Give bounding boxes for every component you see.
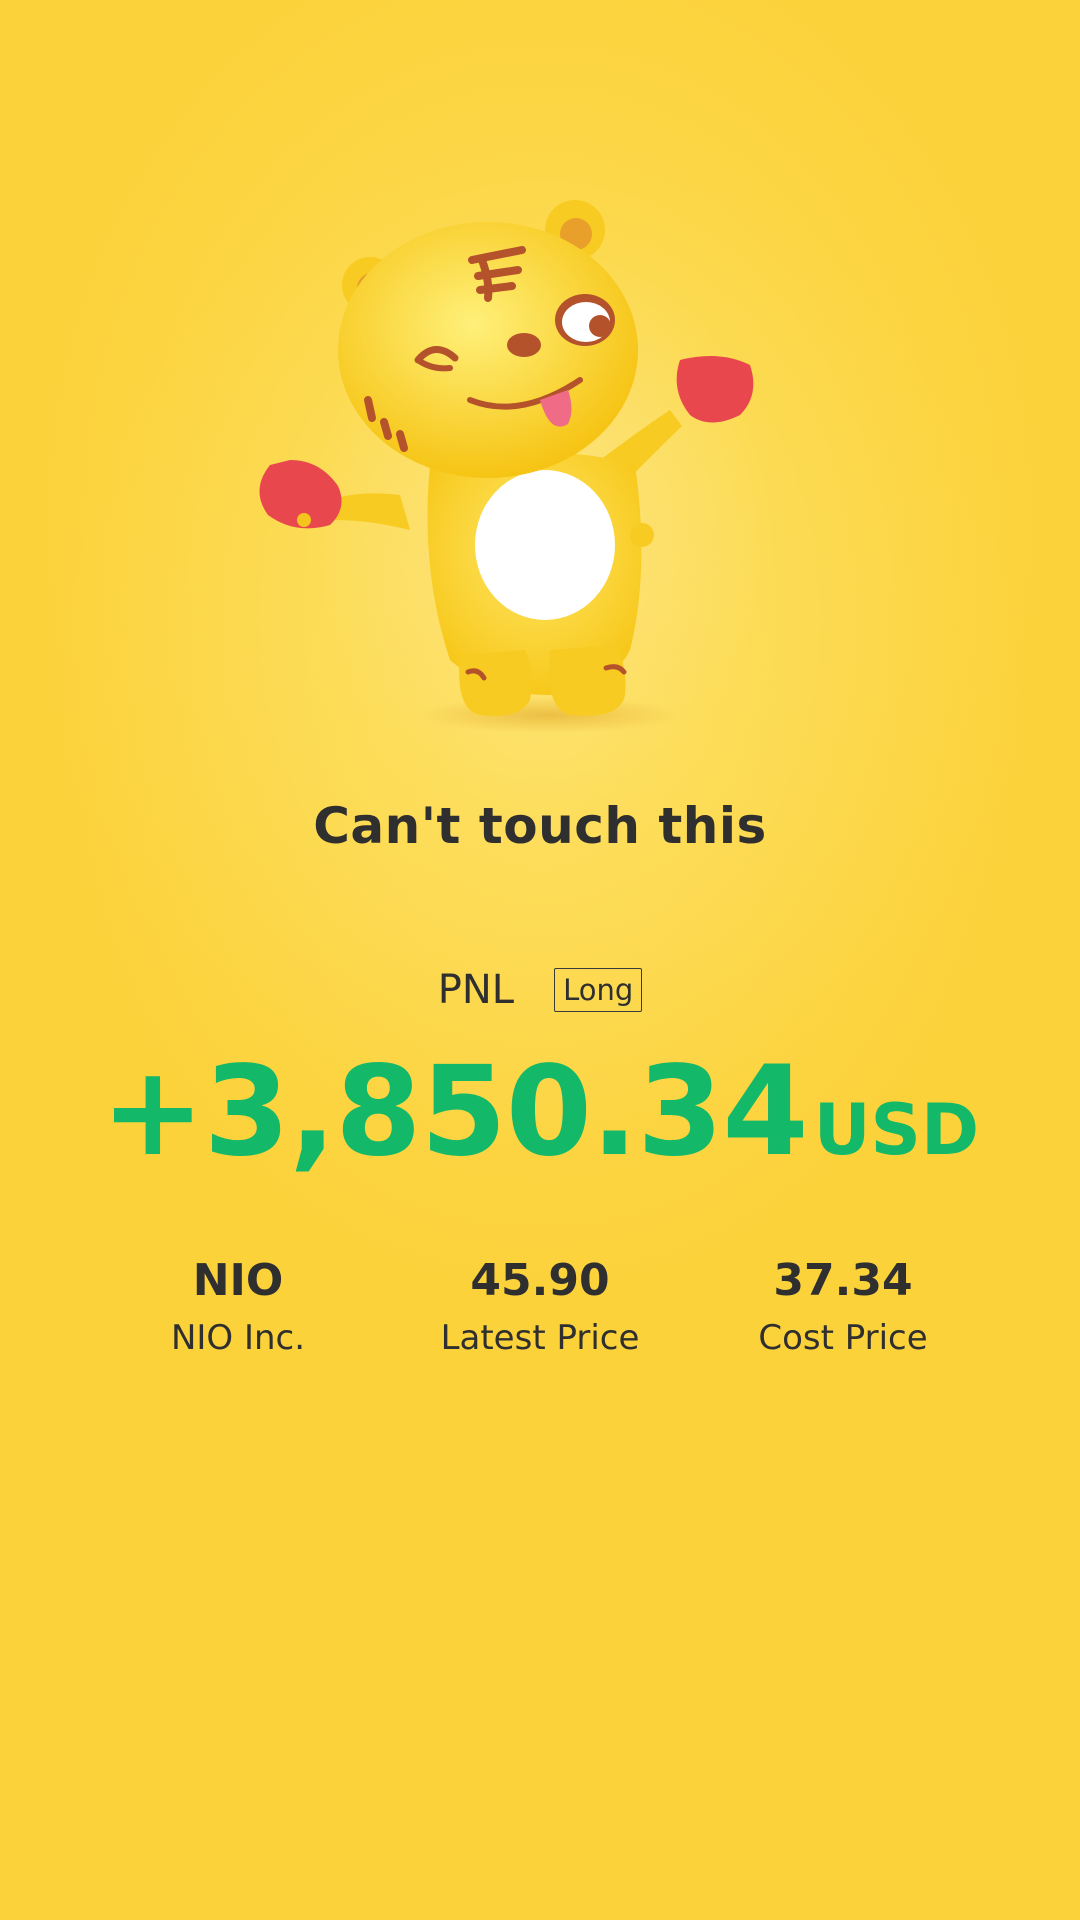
stat-latest-price: 45.90 Latest Price <box>380 1252 700 1358</box>
share-card: Can't touch this PNL Long +3,850.34 USD … <box>0 0 1080 1920</box>
headline: Can't touch this <box>313 797 767 855</box>
latest-price-label: Latest Price <box>440 1318 640 1358</box>
position-badge: Long <box>554 968 643 1012</box>
stat-cost-price: 37.34 Cost Price <box>683 1252 1003 1358</box>
cost-price-label: Cost Price <box>758 1318 928 1358</box>
pnl-value: +3,850.34 USD <box>0 1040 1080 1184</box>
pnl-amount: +3,850.34 <box>100 1040 809 1184</box>
pnl-currency: USD <box>813 1089 980 1171</box>
stat-symbol: NIO NIO Inc. <box>78 1252 398 1358</box>
pnl-header: PNL Long <box>0 967 1080 1013</box>
cost-price-value: 37.34 <box>773 1255 913 1306</box>
latest-price-value: 45.90 <box>470 1255 610 1306</box>
tiger-mascot-icon <box>259 200 754 733</box>
pnl-label: PNL <box>437 967 515 1013</box>
symbol-value: NIO <box>192 1255 284 1306</box>
symbol-label: NIO Inc. <box>170 1318 306 1358</box>
